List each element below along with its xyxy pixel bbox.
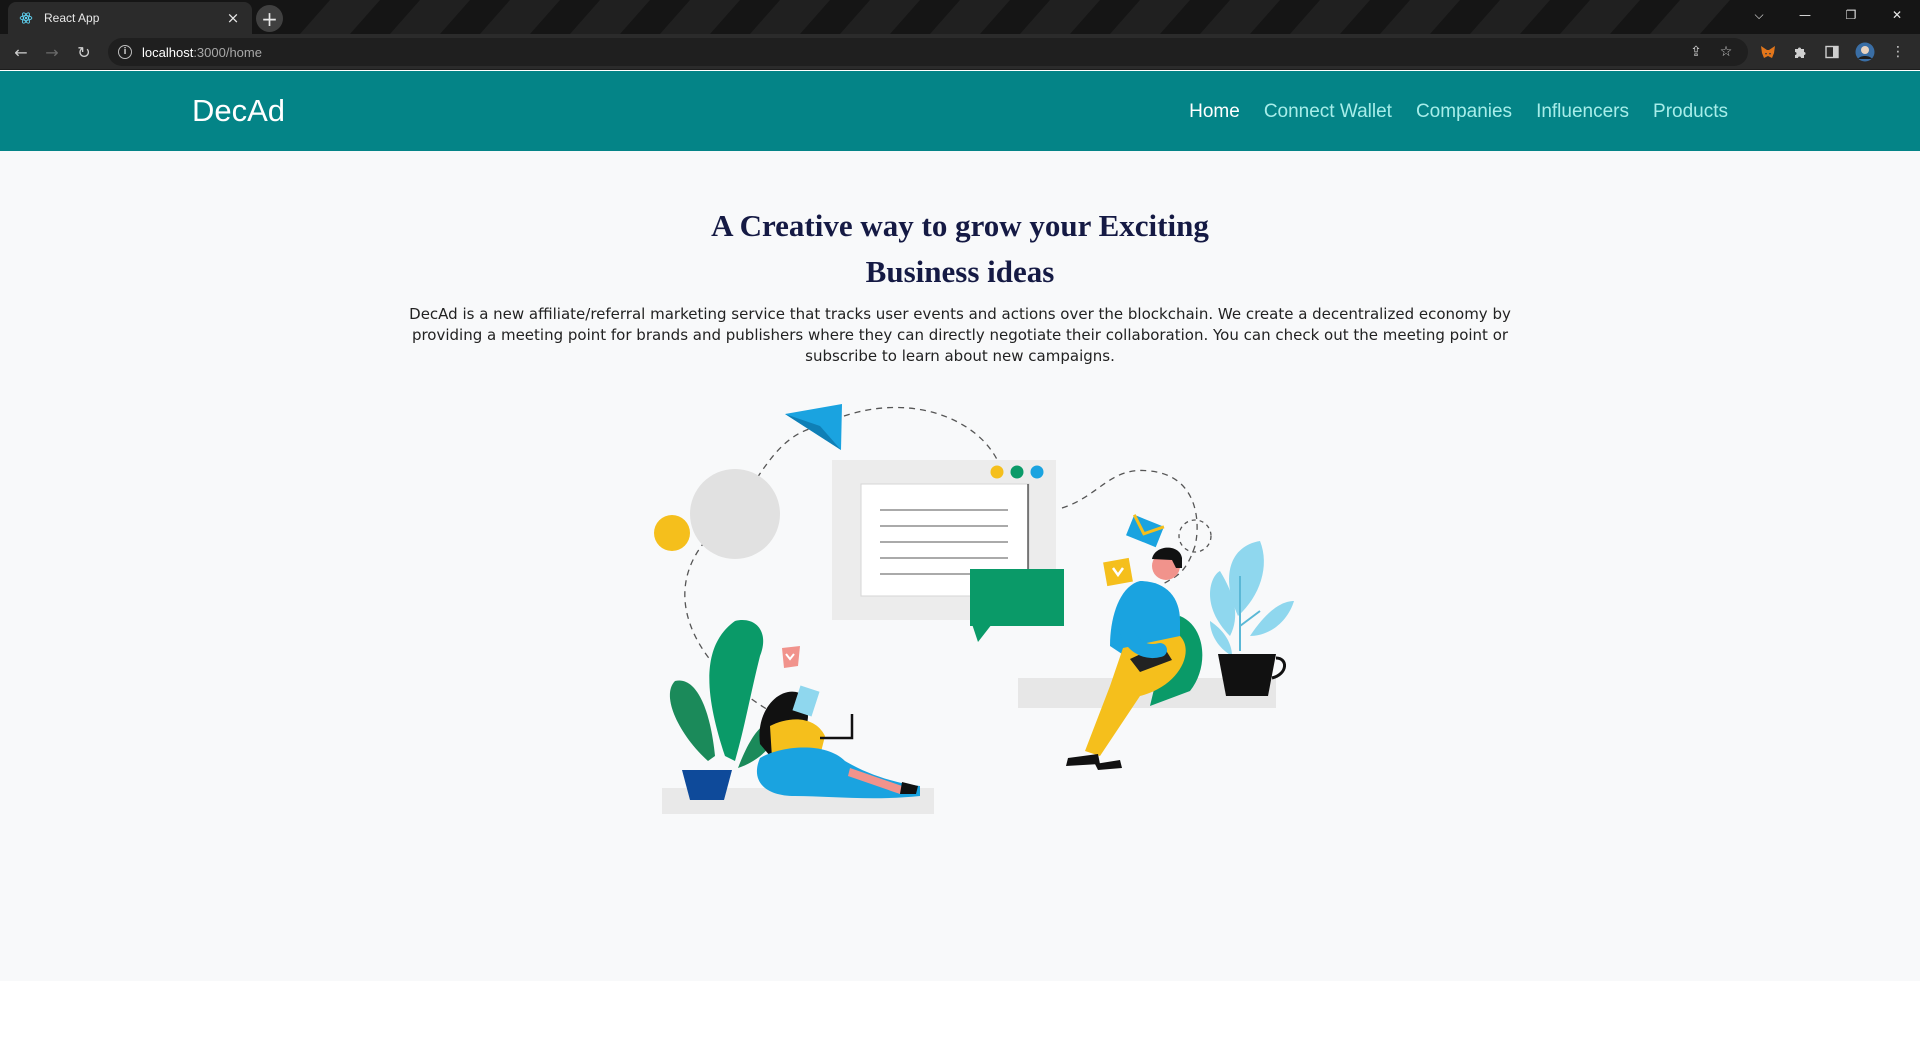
chat-bubble-icon: [970, 569, 1064, 626]
forward-icon[interactable]: →: [40, 41, 64, 63]
restore-button[interactable]: ❐: [1828, 0, 1874, 30]
side-panel-icon[interactable]: [1822, 42, 1842, 62]
site-info-icon[interactable]: i: [118, 45, 132, 59]
new-tab-button[interactable]: +: [256, 5, 283, 32]
extensions-puzzle-icon[interactable]: [1790, 42, 1810, 62]
browser-toolbar: ← → ↻ i localhost :3000/home ⇪ ☆ ⋮: [0, 34, 1920, 70]
menu-kebab-icon[interactable]: ⋮: [1888, 42, 1908, 62]
nav-influencers[interactable]: Influencers: [1536, 101, 1629, 123]
react-icon: [18, 10, 34, 26]
nav-links: Home Connect Wallet Companies Influencer…: [1189, 101, 1728, 123]
nav-connect-wallet[interactable]: Connect Wallet: [1264, 101, 1392, 123]
hero-title-line1: A Creative way to grow your Exciting: [711, 208, 1209, 243]
page-content: DecAd Home Connect Wallet Companies Infl…: [0, 71, 1920, 981]
tab-title: React App: [44, 11, 100, 25]
minimize-button[interactable]: —: [1782, 0, 1828, 30]
browser-tab[interactable]: React App ×: [8, 2, 252, 34]
brand-logo[interactable]: DecAd: [192, 93, 285, 129]
hero-title: A Creative way to grow your Exciting Bus…: [560, 203, 1360, 295]
close-window-button[interactable]: ✕: [1874, 0, 1920, 30]
metamask-extension-icon[interactable]: [1758, 42, 1778, 62]
url-host: localhost: [142, 44, 194, 60]
site-navbar: DecAd Home Connect Wallet Companies Infl…: [0, 71, 1920, 151]
address-bar[interactable]: i localhost :3000/home ⇪ ☆: [108, 38, 1748, 66]
reload-icon[interactable]: ↻: [72, 41, 96, 63]
url-path: :3000/home: [193, 44, 262, 60]
tab-search-icon[interactable]: ⌵: [1736, 0, 1782, 30]
hero-title-line2: Business ideas: [865, 254, 1055, 289]
tab-close-icon[interactable]: ×: [224, 9, 242, 27]
nav-home[interactable]: Home: [1189, 101, 1240, 123]
profile-avatar[interactable]: [1855, 42, 1875, 62]
hero-description: DecAd is a new affiliate/referral market…: [409, 305, 1511, 365]
titlebar-background: [0, 0, 1920, 34]
nav-products[interactable]: Products: [1653, 101, 1728, 123]
bookmark-star-icon[interactable]: ☆: [1716, 42, 1736, 62]
browser-titlebar: React App × + ⌵ — ❐ ✕: [0, 0, 1920, 34]
nav-companies[interactable]: Companies: [1416, 101, 1512, 123]
back-icon[interactable]: ←: [9, 41, 33, 63]
share-icon[interactable]: ⇪: [1686, 42, 1706, 62]
hero-illustration: [654, 404, 1294, 814]
